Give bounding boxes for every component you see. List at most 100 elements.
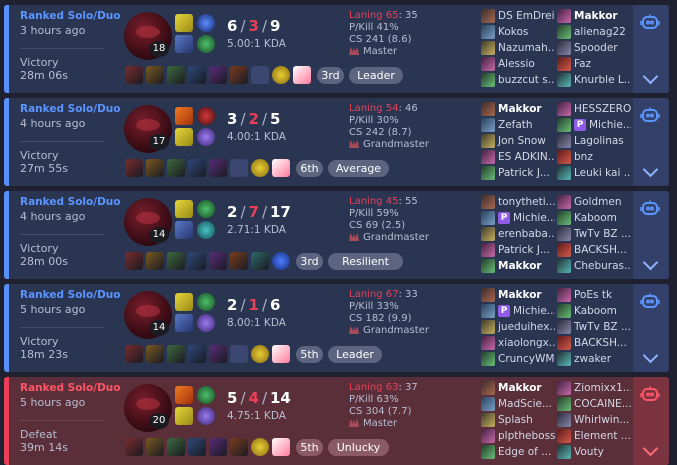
participant-team1[interactable]: erenbaba... bbox=[481, 227, 555, 242]
participant-team2[interactable]: Whirlwin... bbox=[557, 413, 631, 428]
item-icon[interactable] bbox=[167, 252, 185, 270]
chevron-down-icon[interactable] bbox=[642, 347, 659, 364]
resolve-rune-icon[interactable] bbox=[197, 200, 215, 218]
chevron-down-icon[interactable] bbox=[642, 161, 659, 178]
match-card[interactable]: Ranked Solo/Duo 5 hours ago Defeat 39m 14s 2… bbox=[4, 377, 669, 465]
support-quest-icon[interactable] bbox=[272, 159, 290, 177]
expand-panel[interactable] bbox=[633, 377, 669, 465]
participant-team2[interactable]: Leuki kai ... bbox=[557, 166, 631, 181]
participant-team1[interactable]: Patrick J... bbox=[481, 166, 555, 181]
ghost-spell-icon[interactable] bbox=[175, 221, 193, 239]
item-icon[interactable] bbox=[209, 438, 227, 456]
participant-team1[interactable]: Zefath bbox=[481, 118, 555, 133]
participant-team1[interactable]: P Michie... bbox=[481, 304, 555, 319]
participant-team2[interactable]: Ziomixx1... bbox=[557, 381, 631, 396]
item-icon[interactable] bbox=[167, 159, 185, 177]
participant-team1[interactable]: CruncyWM bbox=[481, 352, 555, 367]
chevron-down-icon[interactable] bbox=[642, 254, 659, 271]
participant-team2[interactable]: zwaker bbox=[557, 352, 631, 367]
empty-item-slot[interactable] bbox=[251, 66, 269, 84]
trinket-icon[interactable] bbox=[251, 159, 269, 177]
ignite-spell-icon[interactable] bbox=[175, 107, 193, 125]
ignite-spell-icon[interactable] bbox=[175, 386, 193, 404]
inspiration-rune-icon[interactable] bbox=[197, 221, 215, 239]
sorcery-rune-icon[interactable] bbox=[197, 128, 215, 146]
expand-panel[interactable] bbox=[633, 191, 669, 279]
item-icon[interactable] bbox=[188, 159, 206, 177]
participant-team2[interactable]: TwTv BZ ... bbox=[557, 227, 631, 242]
trinket-icon[interactable] bbox=[251, 438, 269, 456]
item-icon[interactable] bbox=[167, 66, 185, 84]
item-icon[interactable] bbox=[209, 66, 227, 84]
participant-team1[interactable]: Alessio bbox=[481, 57, 555, 72]
flash-spell-icon[interactable] bbox=[175, 407, 193, 425]
participant-team2[interactable]: P Michie... bbox=[557, 118, 631, 133]
flash-spell-icon[interactable] bbox=[175, 128, 193, 146]
participant-team1[interactable]: Makkor bbox=[481, 288, 555, 303]
participant-team1[interactable]: Patrick J... bbox=[481, 243, 555, 258]
expand-panel[interactable] bbox=[633, 5, 669, 93]
item-icon[interactable] bbox=[167, 345, 185, 363]
participant-team1[interactable]: P Michie... bbox=[481, 211, 555, 226]
electrocute-rune-icon[interactable] bbox=[197, 14, 215, 32]
domination-rune-icon[interactable] bbox=[197, 107, 215, 125]
empty-item-slot[interactable] bbox=[230, 159, 248, 177]
participant-team1[interactable]: Jon Snow bbox=[481, 134, 555, 149]
expand-panel[interactable] bbox=[633, 98, 669, 186]
participant-team2[interactable]: TwTv BZ ... bbox=[557, 320, 631, 335]
participant-team2[interactable]: Goldmen bbox=[557, 195, 631, 210]
participant-team2[interactable]: Knurble L... bbox=[557, 73, 631, 88]
participant-team1[interactable]: jueduihex... bbox=[481, 320, 555, 335]
ghost-spell-icon[interactable] bbox=[175, 314, 193, 332]
ai-coach-icon[interactable] bbox=[640, 107, 660, 123]
item-icon[interactable] bbox=[251, 252, 269, 270]
trinket-icon[interactable] bbox=[272, 252, 290, 270]
item-icon[interactable] bbox=[209, 345, 227, 363]
participant-team1[interactable]: Edge of ... bbox=[481, 445, 555, 460]
ai-coach-icon[interactable] bbox=[640, 386, 660, 402]
participant-team1[interactable]: DS EmDrei bbox=[481, 9, 555, 24]
ai-coach-icon[interactable] bbox=[640, 14, 660, 30]
participant-team1[interactable]: MadScie... bbox=[481, 397, 555, 412]
item-icon[interactable] bbox=[146, 252, 164, 270]
participant-team2[interactable]: BACKSH... bbox=[557, 243, 631, 258]
participant-team2[interactable]: BACKSH... bbox=[557, 336, 631, 351]
participant-team1[interactable]: Makkor bbox=[481, 102, 555, 117]
participant-team1[interactable]: Makkor bbox=[481, 381, 555, 396]
item-icon[interactable] bbox=[188, 438, 206, 456]
participant-team2[interactable]: COCAINE... bbox=[557, 397, 631, 412]
item-icon[interactable] bbox=[230, 438, 248, 456]
item-icon[interactable] bbox=[125, 159, 143, 177]
support-quest-icon[interactable] bbox=[272, 345, 290, 363]
participant-team2[interactable]: PoEs tk bbox=[557, 288, 631, 303]
participant-team1[interactable]: Nazumah... bbox=[481, 41, 555, 56]
ghost-spell-icon[interactable] bbox=[175, 35, 193, 53]
flash-spell-icon[interactable] bbox=[175, 200, 193, 218]
match-card[interactable]: Ranked Solo/Duo 4 hours ago Victory 27m 55s… bbox=[4, 98, 669, 186]
flash-spell-icon[interactable] bbox=[175, 293, 193, 311]
item-icon[interactable] bbox=[230, 252, 248, 270]
support-quest-icon[interactable] bbox=[272, 438, 290, 456]
item-icon[interactable] bbox=[230, 66, 248, 84]
participant-team1[interactable]: Makkor bbox=[481, 259, 555, 274]
item-icon[interactable] bbox=[125, 252, 143, 270]
chevron-down-icon[interactable] bbox=[642, 440, 659, 457]
participant-team2[interactable]: Lagolinas bbox=[557, 134, 631, 149]
match-card[interactable]: Ranked Solo/Duo 5 hours ago Victory 18m 23s… bbox=[4, 284, 669, 372]
participant-team2[interactable]: Kaboom bbox=[557, 304, 631, 319]
participant-team1[interactable]: ES ADKIN... bbox=[481, 150, 555, 165]
participant-team1[interactable]: Kokos bbox=[481, 25, 555, 40]
expand-panel[interactable] bbox=[633, 284, 669, 372]
empty-item-slot[interactable] bbox=[230, 345, 248, 363]
sorcery-rune-icon[interactable] bbox=[197, 314, 215, 332]
participant-team1[interactable]: xiaolongx... bbox=[481, 336, 555, 351]
participant-team2[interactable]: Cheburas... bbox=[557, 259, 631, 274]
item-icon[interactable] bbox=[188, 345, 206, 363]
participant-team1[interactable]: buzzcut s... bbox=[481, 73, 555, 88]
item-icon[interactable] bbox=[146, 66, 164, 84]
item-icon[interactable] bbox=[146, 438, 164, 456]
participant-team2[interactable]: Kaboom bbox=[557, 211, 631, 226]
item-icon[interactable] bbox=[188, 252, 206, 270]
chevron-down-icon[interactable] bbox=[642, 68, 659, 85]
participant-team2[interactable]: Element ... bbox=[557, 429, 631, 444]
